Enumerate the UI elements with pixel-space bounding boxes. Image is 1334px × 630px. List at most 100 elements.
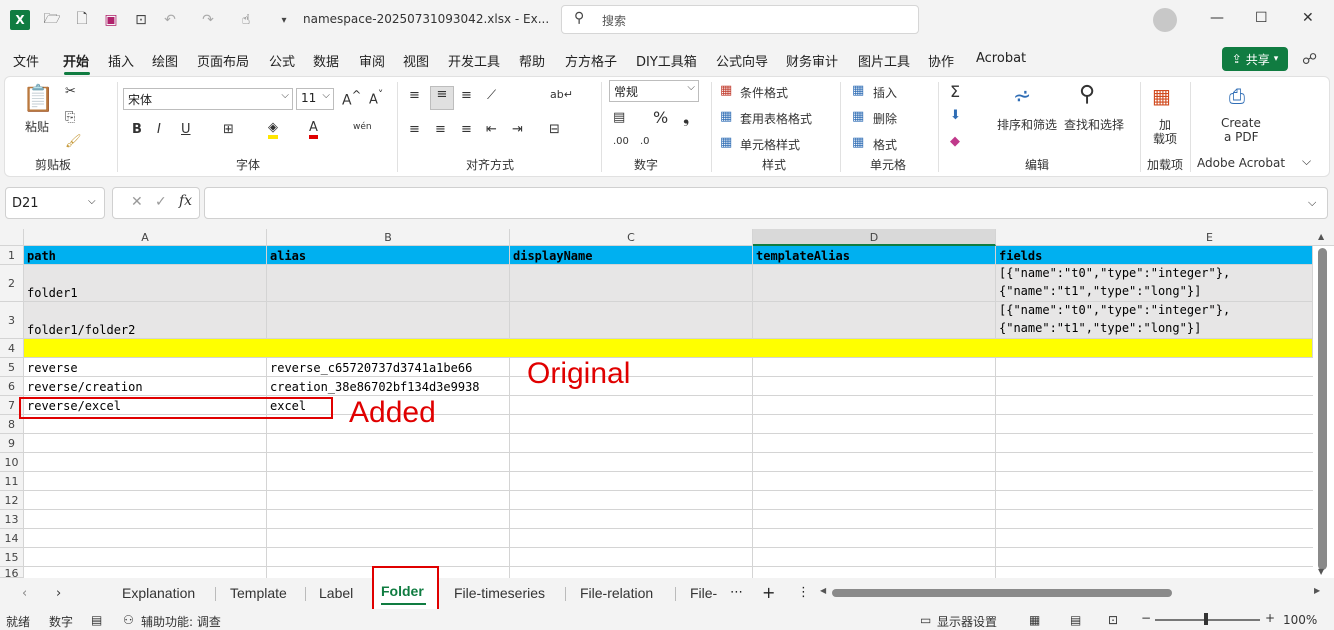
touch-mode-icon[interactable]: ☝ [236,10,256,30]
comma-icon[interactable]: ❟ [683,108,689,128]
menu-view[interactable]: 视图 [403,51,429,70]
align-left-icon[interactable]: ≡ [409,122,420,137]
cell-style-button[interactable]: 单元格样式 [740,136,800,153]
cell-E1[interactable]: fields [996,246,1313,265]
cell-B3[interactable] [267,302,510,339]
table-format-button[interactable]: 套用表格格式 [740,110,812,127]
conditional-format-icon[interactable]: ▦ [720,83,732,98]
merge-center-icon[interactable]: ⊟ [549,122,560,137]
menu-image-tools[interactable]: 图片工具 [858,51,910,70]
redo-icon[interactable]: ↷ [198,10,218,30]
menu-formulas[interactable]: 公式 [269,51,295,70]
insert-cells-button[interactable]: 插入 [873,84,897,101]
format-painter-icon[interactable]: 🖌 [65,134,82,149]
cancel-icon[interactable]: ✕ [131,194,143,210]
insert-cells-icon[interactable]: ▦ [852,83,864,98]
open-folder-icon[interactable]: 🗁 [42,10,62,30]
addins-icon[interactable]: ▦ [1152,84,1171,108]
cell-D1[interactable]: templateAlias [753,246,996,265]
tab-file-more[interactable]: File-… [690,585,718,601]
clear-icon[interactable]: ◆ [950,134,960,149]
sheet-options-icon[interactable]: ⋮ [797,585,810,600]
menu-review[interactable]: 审阅 [359,51,385,70]
insert-function-icon[interactable]: fx [179,193,192,209]
menu-home[interactable]: 开始 [63,51,89,70]
cell-C1[interactable]: displayName [510,246,753,265]
format-cells-icon[interactable]: ▦ [852,135,864,150]
cell-E2[interactable]: [{"name":"t0","type":"integer"}, {"name"… [996,265,1313,302]
more-tabs-icon[interactable]: ⋯ [730,585,743,600]
feedback-icon[interactable]: ☍ [1302,50,1317,68]
undo-icon[interactable]: ↶ [160,10,180,30]
find-select-button[interactable]: 查找和选择 [1064,116,1124,133]
cell-B1[interactable]: alias [267,246,510,265]
increase-indent-icon[interactable]: ⇥ [512,122,523,137]
menu-fangfang[interactable]: 方方格子 [565,51,617,70]
tab-file-timeseries[interactable]: File-timeseries [454,585,545,601]
font-size-select[interactable]: 11 [296,88,334,110]
cell-area[interactable]: path alias displayName templateAlias fie… [0,229,1313,578]
cut-icon[interactable]: ✂ [65,84,76,99]
menu-draw[interactable]: 绘图 [152,51,178,70]
cell-D2[interactable] [753,265,996,302]
format-painter-qa-icon[interactable]: ⊡ [131,10,151,30]
vertical-scroll-thumb[interactable] [1318,248,1327,570]
align-center-icon[interactable]: ≡ [435,122,446,137]
menu-diy-toolbox[interactable]: DIY工具箱 [636,51,697,70]
addins-label-2[interactable]: 载项 [1153,130,1177,147]
delete-cells-icon[interactable]: ▦ [852,109,864,124]
expand-formula-icon[interactable]: ⌵ [1308,196,1316,210]
decrease-indent-icon[interactable]: ⇤ [486,122,497,137]
scroll-up-icon[interactable]: ▲ [1318,232,1324,241]
table-format-icon[interactable]: ▦ [720,109,732,124]
wrap-text-icon[interactable]: ab↵ [550,88,573,101]
cell-B2[interactable] [267,265,510,302]
add-sheet-icon[interactable]: + [762,583,775,602]
font-color-icon[interactable]: A [309,120,318,139]
tab-prev-icon[interactable]: ‹ [22,586,27,601]
menu-acrobat[interactable]: Acrobat [976,51,1026,66]
share-button[interactable]: ⇪ 共享 ▾ [1222,47,1288,71]
status-accessibility[interactable]: 辅助功能: 调查 [141,613,221,630]
find-select-icon[interactable]: ⚲ [1079,82,1095,107]
cell-A2[interactable]: folder1 [24,265,267,302]
horizontal-scroll-thumb[interactable] [832,589,1172,597]
delete-cells-button[interactable]: 删除 [873,110,897,127]
italic-icon[interactable]: I [157,122,161,137]
cell-B6[interactable]: creation_38e86702bf134d3e9938 [267,377,510,396]
underline-icon[interactable]: U [181,122,191,137]
phonetic-icon[interactable]: wén [353,122,372,132]
fill-color-icon[interactable]: ◈ [268,120,278,139]
number-format-select[interactable]: 常规 [609,80,699,102]
tab-folder[interactable]: Folder [381,583,424,599]
cell-style-icon[interactable]: ▦ [720,135,732,150]
cell-A1[interactable]: path [24,246,267,265]
maximize-icon[interactable]: ☐ [1255,10,1268,26]
minimize-icon[interactable]: — [1210,10,1224,26]
zoom-out-icon[interactable]: − [1141,611,1151,625]
cell-D3[interactable] [753,302,996,339]
name-box-dropdown-icon[interactable]: ⌵ [88,196,96,207]
shrink-font-icon[interactable]: A˅ [369,88,383,107]
accessibility-icon[interactable]: ⚇ [123,613,134,627]
create-pdf-label-2[interactable]: a PDF [1224,130,1259,144]
cell-E3[interactable]: [{"name":"t0","type":"integer"}, {"name"… [996,302,1313,339]
new-file-icon[interactable]: 🗋 [72,10,92,30]
zoom-level[interactable]: 100% [1283,613,1317,627]
close-icon[interactable]: ✕ [1302,10,1314,26]
macro-record-icon[interactable]: ▤ [91,613,102,627]
scroll-down-icon[interactable]: ▼ [1318,567,1324,576]
align-bottom-icon[interactable]: ≡ [461,88,472,103]
page-layout-view-icon[interactable]: ▤ [1070,613,1081,627]
align-middle-icon[interactable]: ≡ [430,86,454,110]
orientation-icon[interactable]: ⟋ [487,88,496,103]
sort-filter-icon[interactable]: ⩫ [1013,84,1031,109]
paste-label[interactable]: 粘贴 [25,118,49,135]
format-cells-button[interactable]: 格式 [873,136,897,153]
avatar[interactable] [1153,8,1177,32]
menu-insert[interactable]: 插入 [108,51,134,70]
borders-icon[interactable]: ⊞ [223,122,234,137]
decrease-decimal-icon[interactable]: .0 [640,136,650,147]
page-break-view-icon[interactable]: ⊡ [1108,613,1118,627]
accounting-icon[interactable]: ▤ [613,110,625,125]
